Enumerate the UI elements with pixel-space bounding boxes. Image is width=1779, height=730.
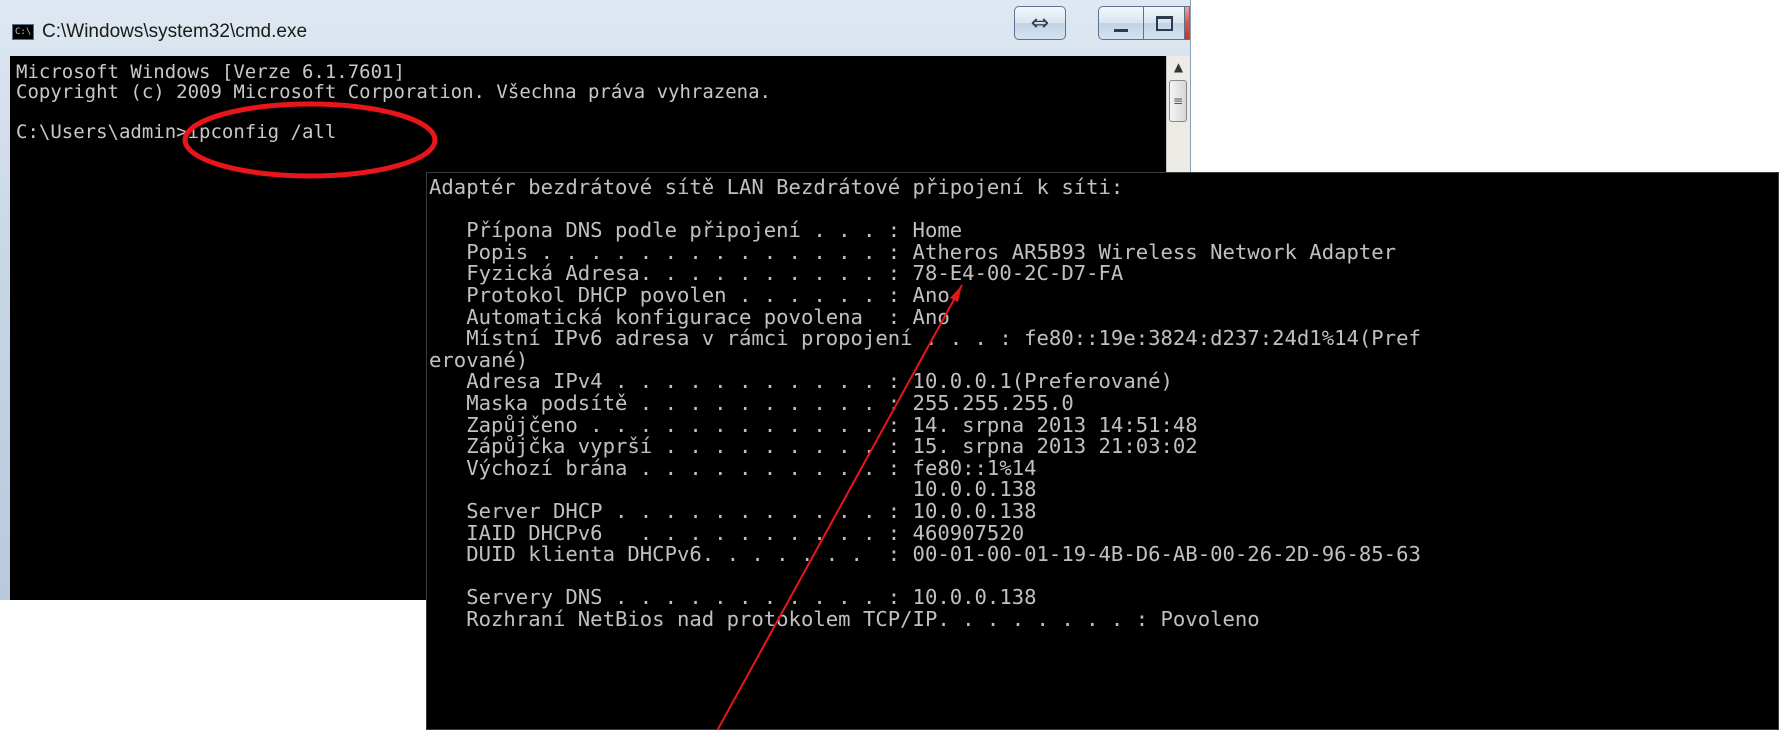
console-line: Místní IPv6 adresa v rámci propojení . .… <box>429 326 1421 351</box>
console-line: Přípona DNS podle připojení . . . : Home <box>429 218 963 243</box>
title-bar[interactable]: C:\ C:\Windows\system32\cmd.exe ⇔ <box>0 0 1190 56</box>
console-line: Maska podsítě . . . . . . . . . . : 255.… <box>429 390 1074 415</box>
console-line: Server DHCP . . . . . . . . . . . : 10.0… <box>429 498 1037 523</box>
console-line: 10.0.0.138 <box>429 477 1037 502</box>
console-line: Zapůjčeno . . . . . . . . . . . . : 14. … <box>429 412 1198 437</box>
console-line: Rozhraní NetBios nad protokolem TCP/IP. … <box>429 606 1260 631</box>
cmd-icon[interactable]: C:\ <box>12 24 34 40</box>
output-lines: Adaptér bezdrátové sítě LAN Bezdrátové p… <box>429 175 1421 631</box>
console-line: Copyright (c) 2009 Microsoft Corporation… <box>16 81 771 103</box>
console-line: Adaptér bezdrátové sítě LAN Bezdrátové p… <box>429 175 1124 199</box>
ipconfig-output-panel: Adaptér bezdrátové sítě LAN Bezdrátové p… <box>426 172 1779 730</box>
console-line: Výchozí brána . . . . . . . . . . : fe80… <box>429 455 1037 480</box>
console-line: Zápůjčka vyprší . . . . . . . . . : 15. … <box>429 434 1198 459</box>
maximize-button[interactable] <box>1143 6 1185 40</box>
console-line: C:\Users\admin>ipconfig /all <box>16 121 337 143</box>
console-line: Fyzická Adresa. . . . . . . . . . : 78-E… <box>429 261 1124 286</box>
close-button[interactable] <box>1184 6 1190 40</box>
scroll-up-arrow-icon[interactable]: ▲ <box>1167 56 1190 78</box>
console-line: Adresa IPv4 . . . . . . . . . . . : 10.0… <box>429 369 1173 394</box>
console-line: erované) <box>429 347 529 372</box>
minimize-button[interactable] <box>1098 6 1144 40</box>
console-lines: Microsoft Windows [Verze 6.1.7601] Copyri… <box>16 62 771 142</box>
scroll-thumb[interactable]: ≡ <box>1169 80 1187 122</box>
console-line: Popis . . . . . . . . . . . . . . : Athe… <box>429 239 1397 264</box>
maximize-icon <box>1155 15 1173 31</box>
console-line: Microsoft Windows [Verze 6.1.7601] <box>16 61 405 83</box>
console-line: Servery DNS . . . . . . . . . . . : 10.0… <box>429 585 1037 610</box>
console-line: Protokol DHCP povolen . . . . . . : Ano <box>429 282 950 307</box>
minimize-icon <box>1114 28 1128 32</box>
window-title: C:\Windows\system32\cmd.exe <box>42 21 308 42</box>
console-line: DUID klienta DHCPv6. . . . . . . : 00-01… <box>429 542 1421 567</box>
console-line: Automatická konfigurace povolena : Ano <box>429 304 950 329</box>
snap-button[interactable]: ⇔ <box>1014 6 1066 40</box>
console-line: IAID DHCPv6 . . . . . . . . . . : 460907… <box>429 520 1025 545</box>
